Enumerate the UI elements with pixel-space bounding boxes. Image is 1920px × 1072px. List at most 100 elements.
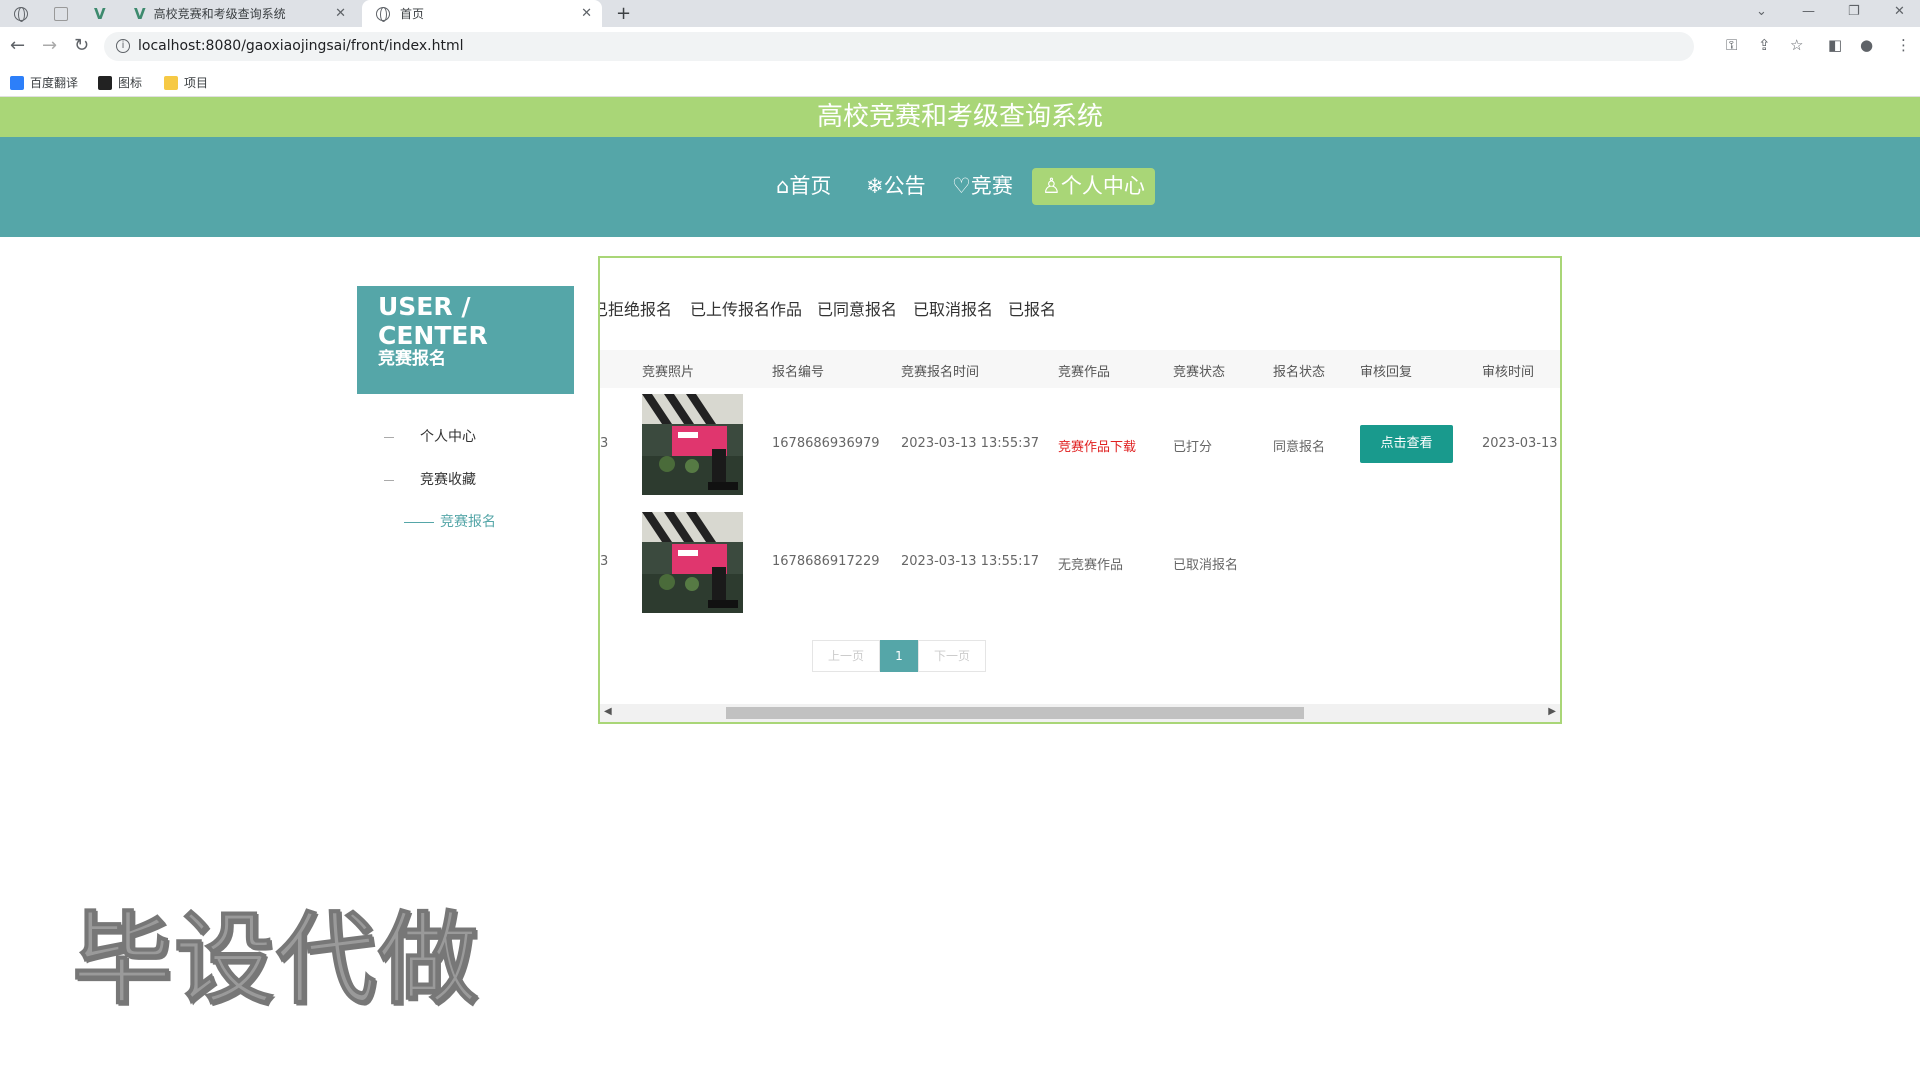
registration-panel: 已拒绝报名 已上传报名作品 已同意报名 已取消报名 已报名 竞赛照片 报名编号 … — [598, 256, 1562, 724]
scroll-right-icon[interactable]: ▶ — [1548, 706, 1556, 717]
browser-tab-bar: V V 高校竞赛和考级查询系统 ✕ 首页 ✕ + ⌄ — ❐ ✕ — [0, 0, 1920, 27]
cell-number: 1678686936979 — [772, 436, 880, 451]
cell-work: 无竞赛作品 — [1058, 558, 1124, 573]
globe-icon — [376, 6, 390, 22]
cell-id: 3 — [600, 436, 609, 451]
profile-icon[interactable]: ● — [1860, 36, 1873, 54]
competition-photo-image — [642, 394, 743, 495]
forward-icon[interactable]: → — [42, 35, 57, 56]
filter-uploaded[interactable]: 已上传报名作品 — [690, 296, 802, 320]
cell-reg-status: 同意报名 — [1273, 440, 1326, 455]
user-center-title: USER / CENTER — [378, 292, 488, 350]
tab-search-icon[interactable]: ⌄ — [1756, 4, 1767, 19]
dash-icon — [404, 521, 434, 523]
prev-page-button[interactable]: 上一页 — [812, 640, 880, 672]
close-window-icon[interactable]: ✕ — [1894, 4, 1905, 19]
watermark-text: 毕设代做 — [72, 901, 480, 1019]
col-reply: 审核回复 — [1360, 365, 1413, 380]
bookmark-label: 项目 — [184, 76, 209, 90]
tab-title: 首页 — [400, 7, 425, 21]
table-header: 竞赛照片 报名编号 竞赛报名时间 竞赛作品 竞赛状态 报名状态 审核回复 审核时… — [600, 350, 1560, 388]
sidebar-item-favorites[interactable]: 竞赛收藏 — [384, 469, 476, 489]
col-reg-status: 报名状态 — [1273, 365, 1326, 380]
nav-home[interactable]: ⌂首页 — [766, 168, 841, 205]
filter-registered[interactable]: 已报名 — [1008, 296, 1056, 320]
competition-photo-image — [642, 512, 743, 613]
next-page-button[interactable]: 下一页 — [918, 640, 986, 672]
share-icon[interactable]: ⇪ — [1758, 36, 1771, 54]
nav-competition[interactable]: ♡竞赛 — [942, 168, 1023, 205]
col-status: 竞赛状态 — [1173, 365, 1226, 380]
bookmark-baidu-translate[interactable]: 百度翻译 — [10, 74, 78, 91]
bookmark-label: 百度翻译 — [30, 76, 79, 90]
filter-rejected[interactable]: 已拒绝报名 — [600, 296, 672, 320]
competition-photo[interactable] — [642, 512, 743, 613]
view-reply-button[interactable]: 点击查看 — [1360, 425, 1453, 463]
nav-notice[interactable]: ❄公告 — [856, 168, 936, 205]
col-photo: 竞赛照片 — [642, 365, 695, 380]
close-tab-icon[interactable]: ✕ — [335, 6, 346, 21]
sidebar-item-label: 个人中心 — [420, 429, 476, 445]
cell-number: 1678686917229 — [772, 554, 880, 569]
image-icon — [98, 75, 112, 90]
cell-status: 已取消报名 — [1173, 558, 1239, 573]
main-nav: ⌂首页 ❄公告 ♡竞赛 ♙个人中心 — [0, 137, 1920, 237]
scroll-left-icon[interactable]: ◀ — [604, 706, 612, 717]
url-field[interactable]: i localhost:8080/gaoxiaojingsai/front/in… — [104, 32, 1694, 61]
col-work: 竞赛作品 — [1058, 365, 1111, 380]
vue-icon: V — [134, 4, 146, 23]
info-icon[interactable]: i — [116, 39, 130, 53]
sidebar-item-label: 竞赛收藏 — [420, 472, 476, 488]
folder-icon — [164, 75, 178, 90]
filter-cancelled[interactable]: 已取消报名 — [913, 296, 993, 320]
sidebar-item-registration[interactable]: 竞赛报名 — [404, 511, 496, 531]
cell-time: 2023-03-13 13:55:17 — [901, 554, 1040, 569]
tab-globe-icon[interactable] — [14, 0, 28, 27]
globe-icon — [14, 6, 28, 22]
col-number: 报名编号 — [772, 365, 825, 380]
cell-time: 2023-03-13 13:55:37 — [901, 436, 1040, 451]
competition-photo[interactable] — [642, 394, 743, 495]
address-bar-row: ← → ↻ i localhost:8080/gaoxiaojingsai/fr… — [0, 27, 1920, 66]
sidepanel-icon[interactable]: ◧ — [1828, 36, 1842, 54]
page-icon — [54, 6, 68, 21]
col-time: 竞赛报名时间 — [901, 365, 980, 380]
bookmarks-bar: 百度翻译 图标 项目 — [0, 66, 1920, 97]
reload-icon[interactable]: ↻ — [74, 35, 89, 56]
cell-status: 已打分 — [1173, 440, 1213, 455]
tab-vue[interactable]: V — [94, 0, 106, 27]
key-icon[interactable]: ⚿ — [1726, 36, 1737, 54]
tab-title: 高校竞赛和考级查询系统 — [153, 7, 286, 21]
dash-icon — [384, 479, 394, 481]
user-center-subtitle: 竞赛报名 — [378, 349, 446, 369]
tab-system[interactable]: V 高校竞赛和考级查询系统 ✕ — [132, 0, 356, 27]
sidebar-item-personal-center[interactable]: 个人中心 — [384, 426, 476, 446]
tab-blank[interactable] — [54, 0, 76, 27]
translate-icon — [10, 75, 24, 90]
nav-user-center[interactable]: ♙个人中心 — [1032, 168, 1155, 205]
minimize-icon[interactable]: — — [1802, 4, 1815, 19]
user-center-header: USER / CENTER 竞赛报名 — [357, 286, 574, 394]
sidebar-item-label: 竞赛报名 — [440, 514, 496, 530]
star-icon[interactable]: ☆ — [1790, 36, 1803, 54]
new-tab-button[interactable]: + — [616, 0, 631, 27]
bookmark-label: 图标 — [118, 76, 143, 90]
url-text: localhost:8080/gaoxiaojingsai/front/inde… — [138, 38, 464, 54]
back-icon[interactable]: ← — [10, 35, 25, 56]
page-1-button[interactable]: 1 — [880, 640, 918, 672]
vue-icon: V — [94, 4, 106, 23]
scrollbar-thumb[interactable] — [726, 707, 1304, 719]
cell-id: 3 — [600, 554, 609, 569]
site-title: 高校竞赛和考级查询系统 — [0, 97, 1920, 137]
more-icon[interactable]: ⋮ — [1896, 36, 1911, 54]
bookmark-project[interactable]: 项目 — [164, 74, 208, 91]
cell-review-time: 2023-03-13 1 — [1482, 436, 1562, 451]
horizontal-scrollbar[interactable]: ◀ ▶ — [600, 704, 1560, 722]
close-tab-icon[interactable]: ✕ — [581, 6, 592, 21]
filter-approved[interactable]: 已同意报名 — [817, 296, 897, 320]
col-review-time: 审核时间 — [1482, 365, 1535, 380]
bookmark-icons[interactable]: 图标 — [98, 74, 142, 91]
restore-icon[interactable]: ❐ — [1848, 4, 1860, 19]
download-work-link[interactable]: 竞赛作品下载 — [1058, 436, 1136, 455]
tab-home[interactable]: 首页 ✕ — [362, 0, 602, 27]
